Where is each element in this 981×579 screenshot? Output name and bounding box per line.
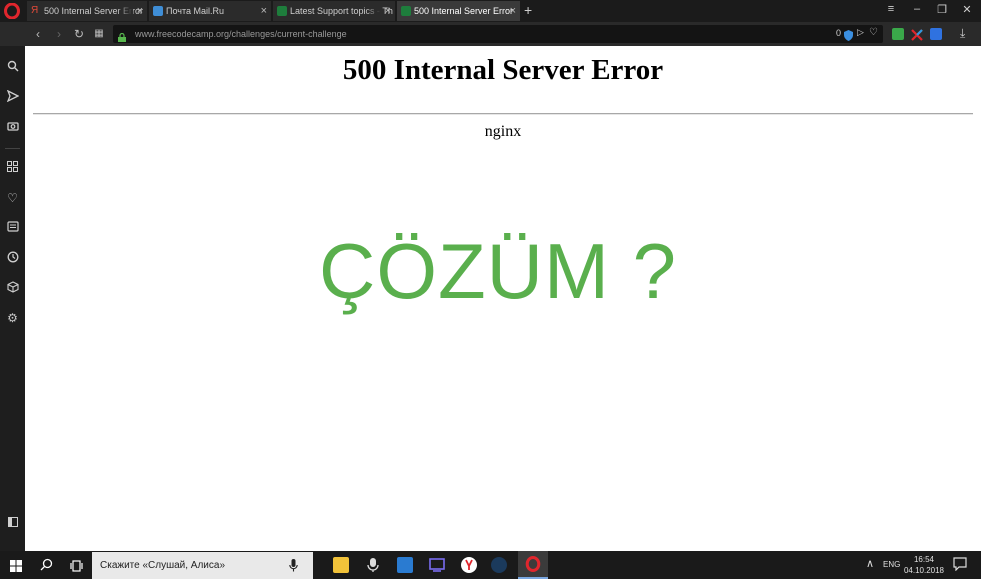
tab-4-close-icon[interactable]: × bbox=[510, 1, 516, 21]
lock-icon bbox=[118, 29, 126, 42]
sidebar: ♡ ⚙ bbox=[0, 46, 25, 551]
send-icon[interactable] bbox=[5, 89, 20, 105]
horizontal-rule bbox=[33, 113, 973, 115]
yandex-favicon-icon: Я bbox=[31, 5, 39, 16]
address-field[interactable]: www.freecodecamp.org/challenges/current-… bbox=[113, 25, 883, 43]
sidebar-divider bbox=[5, 148, 20, 149]
overlay-text: ÇÖZÜM ? bbox=[319, 227, 677, 315]
address-bar-row: ‹ › ↻ ▦ www.freecodecamp.org/challenges/… bbox=[0, 22, 981, 46]
extension-blue-icon[interactable] bbox=[930, 28, 942, 40]
server-label: nginx bbox=[484, 123, 522, 140]
tab-2-label: Почта Mail.Ru bbox=[166, 6, 224, 16]
heart-icon[interactable]: ♡ bbox=[5, 191, 20, 206]
tab-4[interactable]: 500 Internal Server Error × bbox=[397, 1, 520, 21]
opera-logo-icon[interactable] bbox=[4, 2, 20, 20]
minimize-icon[interactable]: – bbox=[907, 3, 927, 15]
send-tab-icon[interactable]: ▷ bbox=[857, 27, 864, 38]
file-explorer-icon[interactable] bbox=[333, 557, 349, 573]
taskbar-search-icon[interactable] bbox=[40, 558, 53, 571]
extension-x-icon[interactable] bbox=[911, 28, 923, 41]
clock-time: 16:54 bbox=[913, 555, 935, 564]
downloads-icon[interactable]: ⤓ bbox=[960, 26, 965, 41]
windows-start-icon[interactable] bbox=[10, 559, 22, 572]
steam-icon[interactable] bbox=[491, 557, 507, 573]
tab-bar: Я 500 Internal Server Error × Почта Mail… bbox=[0, 0, 981, 22]
camera-icon[interactable] bbox=[5, 120, 20, 135]
opera-active-task[interactable] bbox=[518, 551, 548, 579]
url-text: www.freecodecamp.org/challenges/current-… bbox=[135, 29, 347, 39]
clock-date: 04.10.2018 bbox=[903, 566, 945, 575]
task-view-icon[interactable] bbox=[70, 559, 83, 572]
tab-1-close-icon[interactable]: × bbox=[137, 1, 143, 21]
tab-1[interactable]: Я 500 Internal Server Error × bbox=[27, 1, 147, 21]
freecodecamp-favicon-icon bbox=[401, 6, 411, 16]
tab-2-close-icon[interactable]: × bbox=[261, 1, 267, 21]
search-icon[interactable] bbox=[5, 60, 20, 75]
new-tab-button[interactable]: + bbox=[524, 2, 532, 18]
tab-menu-icon[interactable]: ≡ bbox=[881, 3, 901, 15]
history-icon[interactable] bbox=[5, 251, 20, 266]
clock[interactable]: 16:54 04.10.2018 bbox=[903, 554, 945, 576]
vscode-icon[interactable] bbox=[397, 557, 413, 573]
news-icon[interactable] bbox=[5, 221, 20, 236]
restore-icon[interactable]: ❐ bbox=[932, 3, 952, 16]
error-heading: 500 Internal Server Error bbox=[342, 54, 664, 86]
tab-3-close-icon[interactable]: × bbox=[385, 1, 391, 21]
tab-3[interactable]: Latest Support topics - Th × bbox=[273, 1, 395, 21]
bookmark-heart-icon[interactable]: ♡ bbox=[869, 27, 878, 38]
extension-green-icon[interactable] bbox=[892, 28, 904, 40]
tab-2[interactable]: Почта Mail.Ru × bbox=[149, 1, 271, 21]
settings-icon[interactable]: ⚙ bbox=[5, 311, 20, 326]
shield-icon[interactable] bbox=[844, 28, 853, 41]
adblock-count: 0 bbox=[836, 28, 842, 38]
voice-recorder-icon[interactable] bbox=[365, 557, 381, 573]
language-indicator[interactable]: ENG bbox=[883, 560, 900, 569]
extensions-icon[interactable] bbox=[5, 281, 20, 296]
page-content: 500 Internal Server Error nginx ÇÖZÜM ? bbox=[25, 46, 981, 551]
yandex-browser-icon[interactable] bbox=[461, 557, 477, 573]
alice-search-field[interactable]: Скажите «Слушай, Алиса» bbox=[92, 552, 313, 579]
tabs-grid-icon[interactable]: ▦ bbox=[91, 26, 107, 42]
taskbar: Скажите «Слушай, Алиса» ∧ ENG 16:54 04.1… bbox=[0, 551, 981, 579]
speed-dial-icon[interactable] bbox=[5, 161, 20, 176]
notifications-icon[interactable] bbox=[953, 557, 967, 572]
microphone-icon[interactable] bbox=[289, 559, 298, 572]
close-window-icon[interactable]: ✕ bbox=[957, 3, 977, 16]
sidebar-toggle-icon[interactable] bbox=[5, 517, 20, 532]
freecodecamp-favicon-icon bbox=[277, 6, 287, 16]
tab-4-label: 500 Internal Server Error bbox=[414, 6, 514, 16]
reload-icon[interactable]: ↻ bbox=[71, 26, 87, 42]
tray-chevron-icon[interactable]: ∧ bbox=[866, 557, 874, 570]
back-icon[interactable]: ‹ bbox=[30, 26, 46, 42]
forward-icon[interactable]: › bbox=[51, 26, 67, 42]
search-placeholder: Скажите «Слушай, Алиса» bbox=[100, 560, 226, 571]
connect-app-icon[interactable] bbox=[429, 557, 445, 573]
mailru-favicon-icon bbox=[153, 6, 163, 16]
